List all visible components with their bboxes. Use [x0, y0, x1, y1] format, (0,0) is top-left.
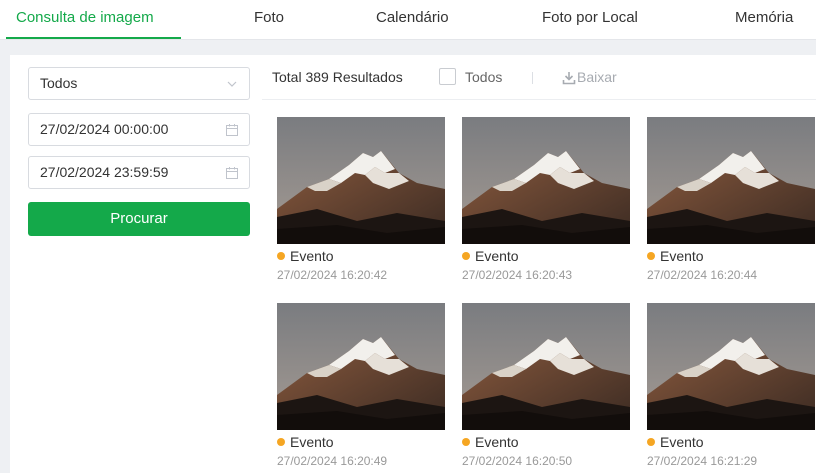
event-dot-icon: [277, 252, 285, 260]
tab-memoria[interactable]: Memória: [735, 0, 793, 40]
snapshot-thumbnail[interactable]: [277, 117, 445, 244]
event-dot-icon: [277, 438, 285, 446]
event-type-value: Todos: [40, 75, 78, 91]
event-timestamp: 27/02/2024 16:20:42: [277, 268, 388, 282]
select-all-checkbox[interactable]: [439, 68, 456, 85]
result-card[interactable]: Evento 27/02/2024 16:21:29: [647, 303, 815, 468]
results-total: Total 389 Resultados: [272, 69, 403, 85]
start-time-field[interactable]: 27/02/2024 00:00:00: [28, 113, 250, 146]
tab-foto[interactable]: Foto: [254, 0, 284, 40]
result-card[interactable]: Evento 27/02/2024 16:20:49: [277, 303, 445, 468]
end-time-field[interactable]: 27/02/2024 23:59:59: [28, 156, 250, 189]
event-label: Evento: [277, 433, 334, 451]
event-timestamp: 27/02/2024 16:20:43: [462, 268, 573, 282]
top-tab-bar: Consulta de imagem Foto Calendário Foto …: [0, 0, 816, 40]
snapshot-thumbnail[interactable]: [647, 303, 815, 430]
result-card[interactable]: Evento 27/02/2024 16:20:43: [462, 117, 630, 282]
event-timestamp: 27/02/2024 16:20:50: [462, 454, 573, 468]
snapshot-thumbnail[interactable]: [462, 117, 630, 244]
event-label: Evento: [647, 247, 704, 265]
select-all-label[interactable]: Todos: [465, 55, 502, 100]
tab-calendario[interactable]: Calendário: [376, 0, 449, 40]
event-label: Evento: [647, 433, 704, 451]
active-tab-indicator: [6, 37, 181, 39]
search-button[interactable]: Procurar: [28, 202, 250, 236]
snapshot-thumbnail[interactable]: [277, 303, 445, 430]
event-dot-icon: [647, 252, 655, 260]
snapshot-thumbnail[interactable]: [462, 303, 630, 430]
download-icon: [562, 71, 576, 84]
event-dot-icon: [462, 438, 470, 446]
result-card[interactable]: Evento 27/02/2024 16:20:50: [462, 303, 630, 468]
result-card[interactable]: Evento 27/02/2024 16:20:44: [647, 117, 815, 282]
calendar-icon[interactable]: [225, 166, 239, 180]
event-label: Evento: [462, 247, 519, 265]
download-label: Baixar: [577, 69, 617, 85]
event-dot-icon: [647, 438, 655, 446]
tab-foto-por-local[interactable]: Foto por Local: [542, 0, 638, 40]
event-label: Evento: [462, 433, 519, 451]
event-timestamp: 27/02/2024 16:20:49: [277, 454, 388, 468]
event-timestamp: 27/02/2024 16:21:29: [647, 454, 758, 468]
event-timestamp: 27/02/2024 16:20:44: [647, 268, 758, 282]
result-card[interactable]: Evento 27/02/2024 16:20:42: [277, 117, 445, 282]
download-button[interactable]: Baixar: [562, 55, 617, 100]
end-time-value: 27/02/2024 23:59:59: [40, 164, 169, 180]
event-type-select[interactable]: Todos: [28, 67, 250, 100]
filter-panel: Todos 27/02/2024 00:00:00 27/02/2024 23:…: [10, 55, 262, 473]
results-toolbar: Total 389 Resultados Todos Baixar: [262, 55, 816, 100]
calendar-icon[interactable]: [225, 123, 239, 137]
toolbar-divider: [532, 72, 533, 84]
event-label: Evento: [277, 247, 334, 265]
event-dot-icon: [462, 252, 470, 260]
results-panel: Total 389 Resultados Todos Baixar Evento…: [262, 55, 816, 473]
start-time-value: 27/02/2024 00:00:00: [40, 121, 169, 137]
snapshot-thumbnail[interactable]: [647, 117, 815, 244]
tab-consulta-de-imagem[interactable]: Consulta de imagem: [16, 0, 154, 40]
chevron-down-icon: [227, 81, 237, 87]
